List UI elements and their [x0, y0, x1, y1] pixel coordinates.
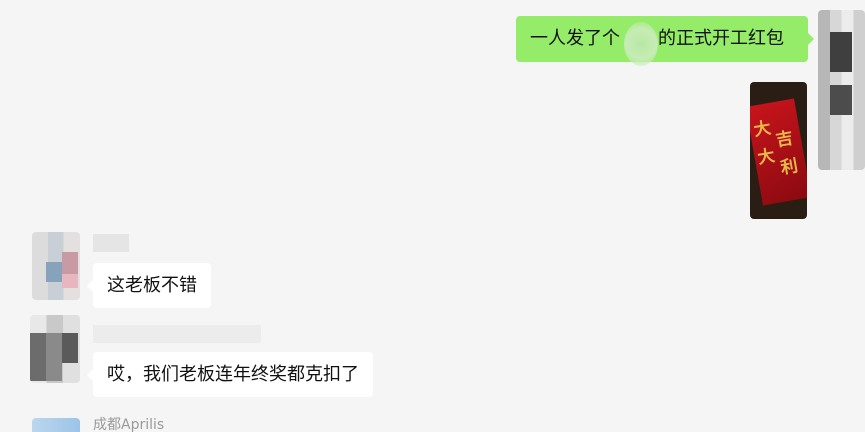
avatar-pixel [30, 333, 46, 381]
incoming-message-bubble[interactable]: 哎，我们老板连年终奖都克扣了 [87, 352, 373, 397]
sender-name-blurred [93, 325, 261, 343]
envelope-glyph: 大 [756, 145, 777, 169]
message-text-end: 的正式开工红包 [658, 28, 784, 49]
sender-avatar[interactable] [32, 418, 80, 432]
my-avatar[interactable] [818, 10, 865, 170]
message-text-start: 一人发了个 [530, 28, 620, 49]
avatar-pixel [46, 262, 62, 282]
blurred-word-patch [624, 22, 658, 66]
avatar-pixel [62, 333, 78, 363]
sender-name: 成都Aprilis [93, 417, 165, 432]
red-envelope-photo[interactable]: 大 吉 大 利 [750, 82, 807, 219]
envelope-glyph: 大 [752, 118, 773, 141]
sender-avatar[interactable] [32, 232, 80, 300]
avatar-pixel [62, 252, 78, 274]
avatar-pixel [62, 274, 78, 288]
envelope-glyph: 利 [779, 156, 800, 179]
sender-avatar[interactable] [30, 315, 80, 383]
chat-message-list[interactable]: 一人发了个 的正式开工红包 大 吉 大 利 这老板不错 哎，我们老板连年终奖都克扣… [0, 0, 865, 432]
incoming-message-bubble[interactable]: 这老板不错 [87, 263, 211, 308]
message-text: 哎，我们老板连年终奖都克扣了 [107, 364, 359, 385]
message-text: 这老板不错 [107, 275, 197, 296]
red-envelope-image: 大 吉 大 利 [750, 98, 807, 206]
avatar-pixel [46, 333, 62, 381]
envelope-glyph: 吉 [774, 128, 795, 152]
outgoing-message-bubble[interactable]: 一人发了个 的正式开工红包 [516, 16, 814, 66]
sender-name-blurred [93, 234, 129, 252]
